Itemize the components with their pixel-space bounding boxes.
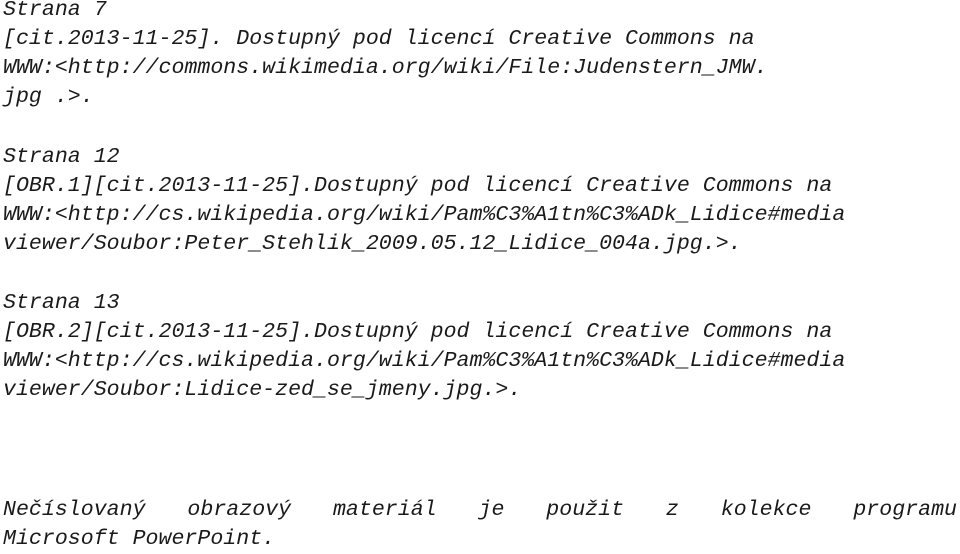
citation-url-line: viewer/Soubor:Lidice-zed_se_jmeny.jpg.>. — [3, 378, 522, 402]
citation-line: [cit.2013-11-25]. Dostupný pod licencí C… — [3, 27, 755, 51]
citation-url-line: jpg .>. — [3, 85, 94, 109]
citation-line: [OBR.1][cit.2013-11-25].Dostupný pod lic… — [3, 174, 833, 198]
page-reference-heading: Strana 7 — [3, 0, 107, 22]
footer-note-line: Nečíslovaný obrazový materiál je použit … — [3, 498, 957, 522]
page-reference-heading: Strana 13 — [3, 291, 120, 315]
citation-url-line: viewer/Soubor:Peter_Stehlik_2009.05.12_L… — [3, 232, 742, 256]
citation-line: [OBR.2][cit.2013-11-25].Dostupný pod lic… — [3, 320, 833, 344]
citation-url-line: WWW:<http://cs.wikipedia.org/wiki/Pam%C3… — [3, 349, 846, 373]
citation-url-line: WWW:<http://cs.wikipedia.org/wiki/Pam%C3… — [3, 203, 846, 227]
footer-note-line: Microsoft PowerPoint. — [3, 527, 276, 551]
citation-url-line: WWW:<http://commons.wikimedia.org/wiki/F… — [3, 56, 768, 80]
page-reference-heading: Strana 12 — [3, 145, 120, 169]
